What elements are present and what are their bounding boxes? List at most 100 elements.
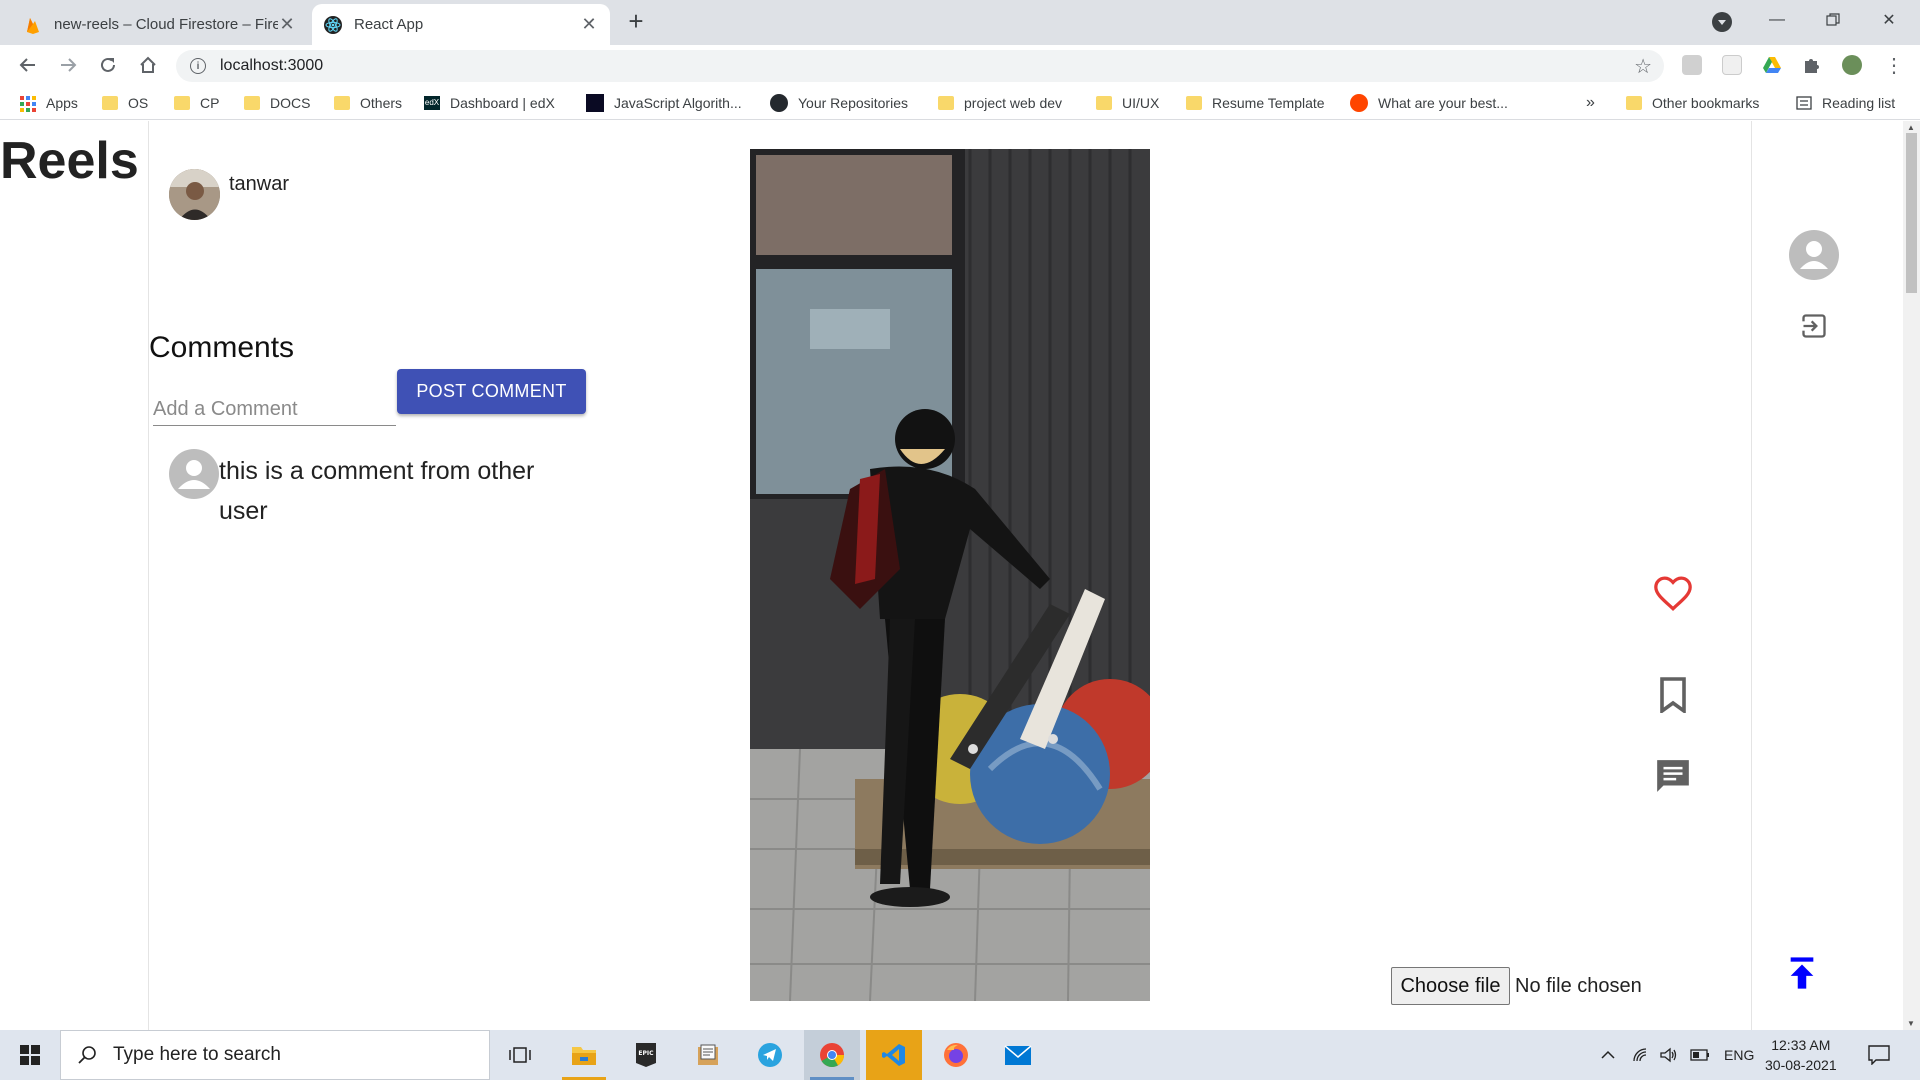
comment-input[interactable]	[153, 382, 396, 426]
extension-icon[interactable]	[1722, 55, 1742, 75]
file-status: No file chosen	[1515, 975, 1642, 997]
folder-icon	[938, 96, 954, 110]
close-icon[interactable]: ✕	[580, 14, 598, 35]
new-tab-button[interactable]: +	[622, 8, 650, 36]
bookmark-label: Apps	[46, 95, 78, 111]
bookmark-star-icon[interactable]: ☆	[1634, 54, 1652, 79]
bookmark-folder[interactable]: project web dev	[938, 92, 1062, 114]
forward-icon[interactable]	[54, 51, 82, 79]
username[interactable]: tanwar	[229, 173, 289, 196]
firefox-icon[interactable]	[928, 1030, 984, 1080]
bookmarks-bar: Apps OS CP DOCS Others edX Dashboard | ed…	[0, 86, 1920, 120]
app-logo: Reels	[0, 132, 139, 190]
bookmark-label: Your Repositories	[798, 95, 908, 111]
network-icon[interactable]	[1632, 1030, 1650, 1080]
bookmark-apps[interactable]: Apps	[20, 92, 78, 114]
windows-taskbar: Type here to search EPIC ENG 12:33 AM 30…	[0, 1030, 1920, 1080]
file-explorer-icon[interactable]	[556, 1030, 612, 1080]
bookmark-folder[interactable]: Others	[334, 92, 402, 114]
scroll-to-top-icon[interactable]	[1782, 953, 1822, 993]
volume-icon[interactable]	[1660, 1030, 1678, 1080]
language-indicator[interactable]: ENG	[1724, 1030, 1754, 1080]
bookmark-edx[interactable]: edX Dashboard | edX	[424, 92, 555, 114]
bookmark-label: UI/UX	[1122, 95, 1160, 111]
bookmark-folder[interactable]: DOCS	[244, 92, 310, 114]
notifications-icon[interactable]	[1868, 1030, 1890, 1080]
reading-list-icon	[1796, 96, 1812, 110]
like-heart-icon[interactable]	[1652, 573, 1694, 615]
bookmark-label: Resume Template	[1212, 95, 1325, 111]
home-icon[interactable]	[134, 51, 162, 79]
task-view-icon[interactable]	[492, 1030, 548, 1080]
chrome-icon[interactable]	[804, 1030, 860, 1080]
google-drive-icon[interactable]	[1762, 55, 1782, 75]
bookmark-label: What are your best...	[1378, 95, 1508, 111]
commenter-avatar	[169, 449, 219, 499]
tab-firestore[interactable]: new-reels – Cloud Firestore – Firebase c…	[12, 4, 308, 45]
reload-icon[interactable]	[94, 51, 122, 79]
comments-heading: Comments	[149, 331, 295, 364]
folder-icon	[102, 96, 118, 110]
chrome-menu-icon[interactable]: ⋮	[1880, 51, 1908, 79]
reel-video[interactable]	[750, 149, 1150, 1001]
close-icon[interactable]: ✕	[278, 14, 296, 35]
tab-strip: new-reels – Cloud Firestore – Firebase c…	[0, 0, 1920, 45]
logout-icon[interactable]	[1794, 306, 1834, 346]
tab-title: React App	[354, 16, 424, 33]
chrome-profile-menu-icon[interactable]	[1712, 12, 1732, 32]
vscode-icon[interactable]	[866, 1030, 922, 1080]
account-circle-icon[interactable]	[1788, 229, 1840, 281]
comment-icon[interactable]	[1652, 755, 1694, 797]
bookmark-label: project web dev	[964, 95, 1063, 111]
site-info-icon[interactable]: i	[190, 58, 206, 74]
bookmark-folder[interactable]: CP	[174, 92, 219, 114]
react-icon	[324, 15, 342, 34]
svg-text:EPIC: EPIC	[638, 1050, 654, 1057]
bookmark-folder[interactable]: Resume Template	[1186, 92, 1325, 114]
restore-icon[interactable]	[1810, 0, 1856, 40]
battery-icon[interactable]	[1690, 1030, 1710, 1080]
extensions-puzzle-icon[interactable]	[1802, 55, 1822, 75]
epic-games-icon[interactable]: EPIC	[618, 1030, 674, 1080]
notepad-icon[interactable]	[680, 1030, 736, 1080]
scroll-up-icon[interactable]: ▲	[1907, 123, 1915, 132]
taskbar-clock[interactable]: 12:33 AM 30-08-2021	[1765, 1035, 1837, 1075]
bookmark-label: Dashboard | edX	[450, 95, 555, 111]
github-icon	[770, 94, 788, 112]
back-icon[interactable]	[14, 51, 42, 79]
close-window-icon[interactable]: ✕	[1866, 0, 1912, 40]
folder-icon	[1626, 96, 1642, 110]
bookmarks-overflow-button[interactable]: »	[1586, 92, 1595, 114]
page-scrollbar[interactable]: ▲ ▼	[1903, 121, 1920, 1030]
telegram-icon[interactable]	[742, 1030, 798, 1080]
taskbar-search[interactable]: Type here to search	[60, 1030, 490, 1080]
minimize-icon[interactable]: —	[1754, 0, 1800, 40]
bookmark-github[interactable]: Your Repositories	[770, 92, 908, 114]
profile-avatar-icon[interactable]	[1842, 55, 1862, 75]
reading-list-button[interactable]: Reading list	[1796, 92, 1895, 114]
bookmark-freecodecamp[interactable]: JavaScript Algorith...	[586, 92, 742, 114]
address-bar[interactable]: i localhost:3000 ☆	[176, 50, 1664, 82]
show-hidden-icons[interactable]	[1600, 1030, 1616, 1080]
bookmark-other-bookmarks[interactable]: Other bookmarks	[1626, 92, 1759, 114]
bookmark-outline-icon[interactable]	[1652, 674, 1694, 716]
post-comment-button[interactable]: POST COMMENT	[397, 369, 586, 414]
mail-icon[interactable]	[990, 1030, 1046, 1080]
apps-grid-icon	[20, 96, 36, 112]
user-avatar[interactable]	[169, 169, 220, 220]
divider	[148, 121, 149, 1030]
bookmark-label: CP	[200, 95, 220, 111]
bookmark-label: Reading list	[1822, 95, 1896, 111]
url-text: localhost:3000	[220, 57, 324, 74]
choose-file-button[interactable]: Choose file	[1391, 967, 1510, 1005]
extension-icon[interactable]	[1682, 55, 1702, 75]
bookmark-reddit[interactable]: What are your best...	[1350, 92, 1508, 114]
clock-time: 12:33 AM	[1771, 1037, 1831, 1053]
bookmark-label: Other bookmarks	[1652, 95, 1760, 111]
tab-react-app[interactable]: React App ✕	[312, 4, 610, 45]
bookmark-folder[interactable]: UI/UX	[1096, 92, 1159, 114]
bookmark-folder[interactable]: OS	[102, 92, 148, 114]
scrollbar-thumb[interactable]	[1906, 133, 1917, 293]
scroll-down-icon[interactable]: ▼	[1907, 1019, 1915, 1028]
windows-start-icon[interactable]	[2, 1030, 58, 1080]
